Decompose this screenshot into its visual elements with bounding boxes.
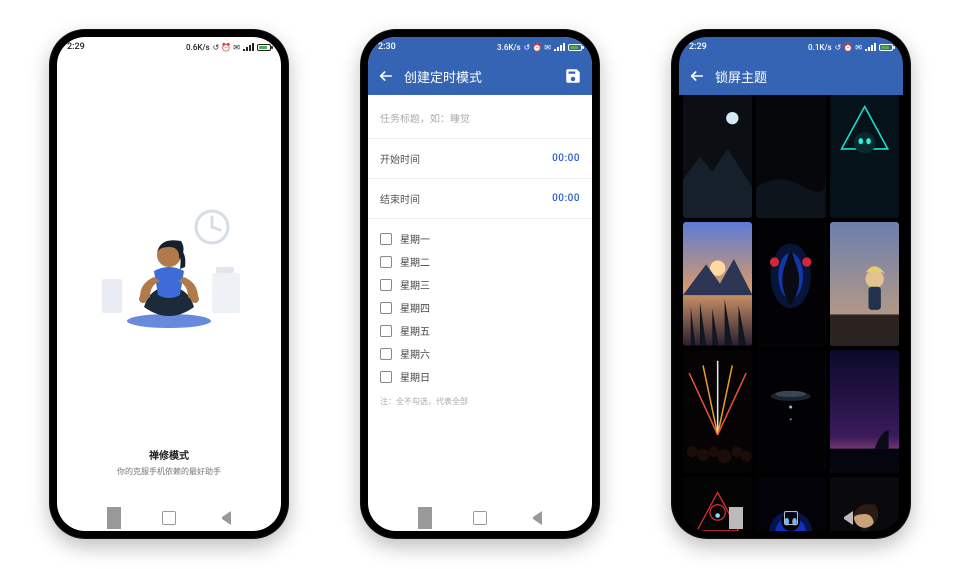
- nav-home-icon[interactable]: [162, 511, 176, 525]
- start-time-label: 开始时间: [380, 151, 420, 166]
- checkbox-icon: [380, 348, 392, 360]
- status-right: 0.1K/s ↺ ⏰ ✉: [808, 43, 893, 52]
- signal-icon: [243, 43, 254, 51]
- back-arrow-icon[interactable]: [689, 68, 705, 84]
- phone-frame-2: 2:30 3.6K/s ↺ ⏰ ✉ 创建定时模式: [360, 29, 600, 539]
- status-time: 2:30: [378, 42, 396, 52]
- nav-back-icon[interactable]: [528, 511, 542, 525]
- form-body: 开始时间 00:00 结束时间 00:00 星期一 星期二 星期三 星期四 星期…: [368, 95, 592, 531]
- weekday-thursday[interactable]: 星期四: [380, 296, 580, 319]
- status-net: 3.6K/s: [497, 43, 521, 52]
- checkbox-icon: [380, 371, 392, 383]
- theme-thumb-black-plain[interactable]: [756, 95, 825, 218]
- end-time-value: 00:00: [552, 193, 580, 204]
- status-right: 0.6K/s ↺ ⏰ ✉: [186, 43, 271, 52]
- weekday-label: 星期一: [400, 231, 430, 246]
- screen-1: 2:29 0.6K/s ↺ ⏰ ✉: [57, 37, 281, 531]
- weekday-label: 星期六: [400, 346, 430, 361]
- android-nav-bar: [368, 505, 592, 531]
- app-bar-title: 锁屏主题: [715, 67, 767, 86]
- checkbox-icon: [380, 233, 392, 245]
- start-time-row[interactable]: 开始时间 00:00: [368, 139, 592, 179]
- theme-thumb-spaceship[interactable]: [756, 350, 825, 473]
- theme-thumb-crowd-stage[interactable]: [683, 350, 752, 473]
- weekday-wednesday[interactable]: 星期三: [380, 273, 580, 296]
- save-icon[interactable]: [564, 67, 582, 85]
- status-time: 2:29: [67, 42, 85, 52]
- screen-2: 2:30 3.6K/s ↺ ⏰ ✉ 创建定时模式: [368, 37, 592, 531]
- weekday-label: 星期四: [400, 300, 430, 315]
- weekday-monday[interactable]: 星期一: [380, 227, 580, 250]
- start-time-value: 00:00: [552, 153, 580, 164]
- theme-thumb-neon-mask[interactable]: [830, 95, 899, 218]
- status-glyphs: ↺ ⏰ ✉: [524, 43, 551, 52]
- theme-thumb-blue-aura[interactable]: [756, 222, 825, 345]
- meditation-illustration: [94, 199, 244, 349]
- weekday-label: 星期日: [400, 369, 430, 384]
- task-title-input[interactable]: [380, 114, 580, 125]
- caption-title: 禅修模式: [57, 447, 281, 462]
- weekday-saturday[interactable]: 星期六: [380, 342, 580, 365]
- screen-3: 2:29 0.1K/s ↺ ⏰ ✉ 锁屏主题: [679, 37, 903, 531]
- checkbox-icon: [380, 325, 392, 337]
- nav-back-icon[interactable]: [217, 511, 231, 525]
- checkbox-icon: [380, 256, 392, 268]
- phone-frame-3: 2:29 0.1K/s ↺ ⏰ ✉ 锁屏主题: [671, 29, 911, 539]
- caption: 禅修模式 你的克服手机依赖的最好助手: [57, 447, 281, 477]
- nav-recent-icon[interactable]: [107, 511, 121, 525]
- status-glyphs: ↺ ⏰ ✉: [213, 43, 240, 52]
- battery-icon: [568, 44, 582, 51]
- battery-icon: [879, 44, 893, 51]
- theme-grid: [683, 95, 899, 531]
- status-bar: 2:30 3.6K/s ↺ ⏰ ✉: [368, 37, 592, 57]
- status-net: 0.6K/s: [186, 43, 210, 52]
- app-bar: 创建定时模式: [368, 57, 592, 95]
- theme-grid-container[interactable]: [679, 95, 903, 531]
- nav-back-icon[interactable]: [839, 511, 853, 525]
- signal-icon: [554, 43, 565, 51]
- battery-icon: [257, 44, 271, 51]
- app-bar: 锁屏主题: [679, 57, 903, 95]
- checkbox-icon: [380, 279, 392, 291]
- empty-state: 禅修模式 你的克服手机依赖的最好助手: [57, 57, 281, 531]
- weekday-friday[interactable]: 星期五: [380, 319, 580, 342]
- caption-sub: 你的克服手机依赖的最好助手: [57, 466, 281, 477]
- signal-icon: [865, 43, 876, 51]
- weekday-label: 星期三: [400, 277, 430, 292]
- status-bar: 2:29 0.1K/s ↺ ⏰ ✉: [679, 37, 903, 57]
- nav-home-icon[interactable]: [473, 511, 487, 525]
- phone-frame-1: 2:29 0.6K/s ↺ ⏰ ✉: [49, 29, 289, 539]
- end-time-row[interactable]: 结束时间 00:00: [368, 179, 592, 219]
- status-net: 0.1K/s: [808, 43, 832, 52]
- task-title-row[interactable]: [368, 95, 592, 139]
- status-glyphs: ↺ ⏰ ✉: [835, 43, 862, 52]
- nav-recent-icon[interactable]: [418, 511, 432, 525]
- weekday-sunday[interactable]: 星期日: [380, 365, 580, 388]
- theme-thumb-horizon-glow[interactable]: [830, 350, 899, 473]
- end-time-label: 结束时间: [380, 191, 420, 206]
- weekday-label: 星期二: [400, 254, 430, 269]
- android-nav-bar: [57, 505, 281, 531]
- checkbox-icon: [380, 302, 392, 314]
- back-arrow-icon[interactable]: [378, 68, 394, 84]
- theme-thumb-anime-girl[interactable]: [830, 222, 899, 345]
- app-bar-title: 创建定时模式: [404, 67, 482, 86]
- nav-recent-icon[interactable]: [729, 511, 743, 525]
- status-bar: 2:29 0.6K/s ↺ ⏰ ✉: [57, 37, 281, 57]
- android-nav-bar: [679, 505, 903, 531]
- weekday-label: 星期五: [400, 323, 430, 338]
- theme-thumb-mountain-moon[interactable]: [683, 95, 752, 218]
- status-right: 3.6K/s ↺ ⏰ ✉: [497, 43, 582, 52]
- nav-home-icon[interactable]: [784, 511, 798, 525]
- weekday-list: 星期一 星期二 星期三 星期四 星期五 星期六 星期日: [368, 219, 592, 392]
- note-text: 注：全不勾选，代表全部: [368, 392, 592, 419]
- theme-thumb-sunset-pines[interactable]: [683, 222, 752, 345]
- weekday-tuesday[interactable]: 星期二: [380, 250, 580, 273]
- status-time: 2:29: [689, 42, 707, 52]
